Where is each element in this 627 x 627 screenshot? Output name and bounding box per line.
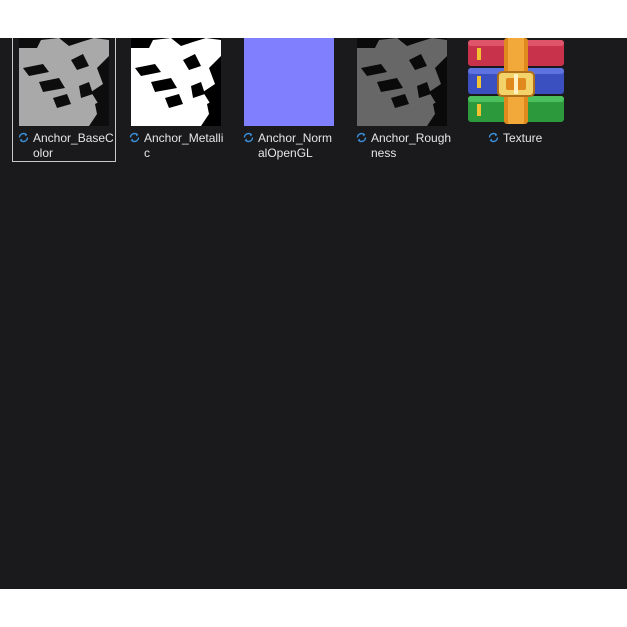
- sync-pending-icon: [356, 132, 367, 143]
- file-name-line1: Anchor_Rough: [371, 131, 452, 145]
- file-name-line1: Texture: [503, 131, 543, 145]
- sync-pending-icon: [243, 132, 254, 143]
- sync-pending-icon: [129, 132, 140, 143]
- file-explorer-content-pane[interactable]: Anchor_BaseC olor Anchor_Metalli c Ancho…: [0, 38, 627, 589]
- file-name-line2: c: [144, 146, 150, 160]
- winrar-archive-icon: [468, 38, 564, 126]
- file-name-label: Anchor_BaseC olor: [18, 131, 114, 161]
- file-item-anchor-basecolor[interactable]: Anchor_BaseC olor: [12, 38, 116, 162]
- metallic-texture-thumbnail: [131, 38, 221, 126]
- file-name-label: Anchor_Norm alOpenGL: [243, 131, 339, 161]
- file-item-anchor-metallic[interactable]: Anchor_Metalli c: [124, 38, 228, 162]
- roughness-texture-thumbnail: [357, 38, 447, 126]
- file-name-line1: Anchor_Norm: [258, 131, 333, 145]
- file-item-texture-archive[interactable]: Texture: [463, 38, 567, 162]
- file-name-line2: olor: [33, 146, 54, 160]
- basecolor-texture-thumbnail: [19, 38, 109, 126]
- file-name-label: Texture: [488, 131, 584, 146]
- file-name-line2: alOpenGL: [258, 146, 313, 160]
- file-name-line1: Anchor_BaseC: [33, 131, 114, 145]
- file-name-line1: Anchor_Metalli: [144, 131, 224, 145]
- sync-pending-icon: [488, 132, 499, 143]
- file-name-label: Anchor_Rough ness: [356, 131, 452, 161]
- file-item-anchor-normalopengl[interactable]: Anchor_Norm alOpenGL: [238, 38, 342, 162]
- file-item-anchor-roughness[interactable]: Anchor_Rough ness: [351, 38, 455, 162]
- sync-pending-icon: [18, 132, 29, 143]
- file-name-line2: ness: [371, 146, 397, 160]
- file-name-label: Anchor_Metalli c: [129, 131, 225, 161]
- normal-texture-thumbnail: [244, 38, 334, 126]
